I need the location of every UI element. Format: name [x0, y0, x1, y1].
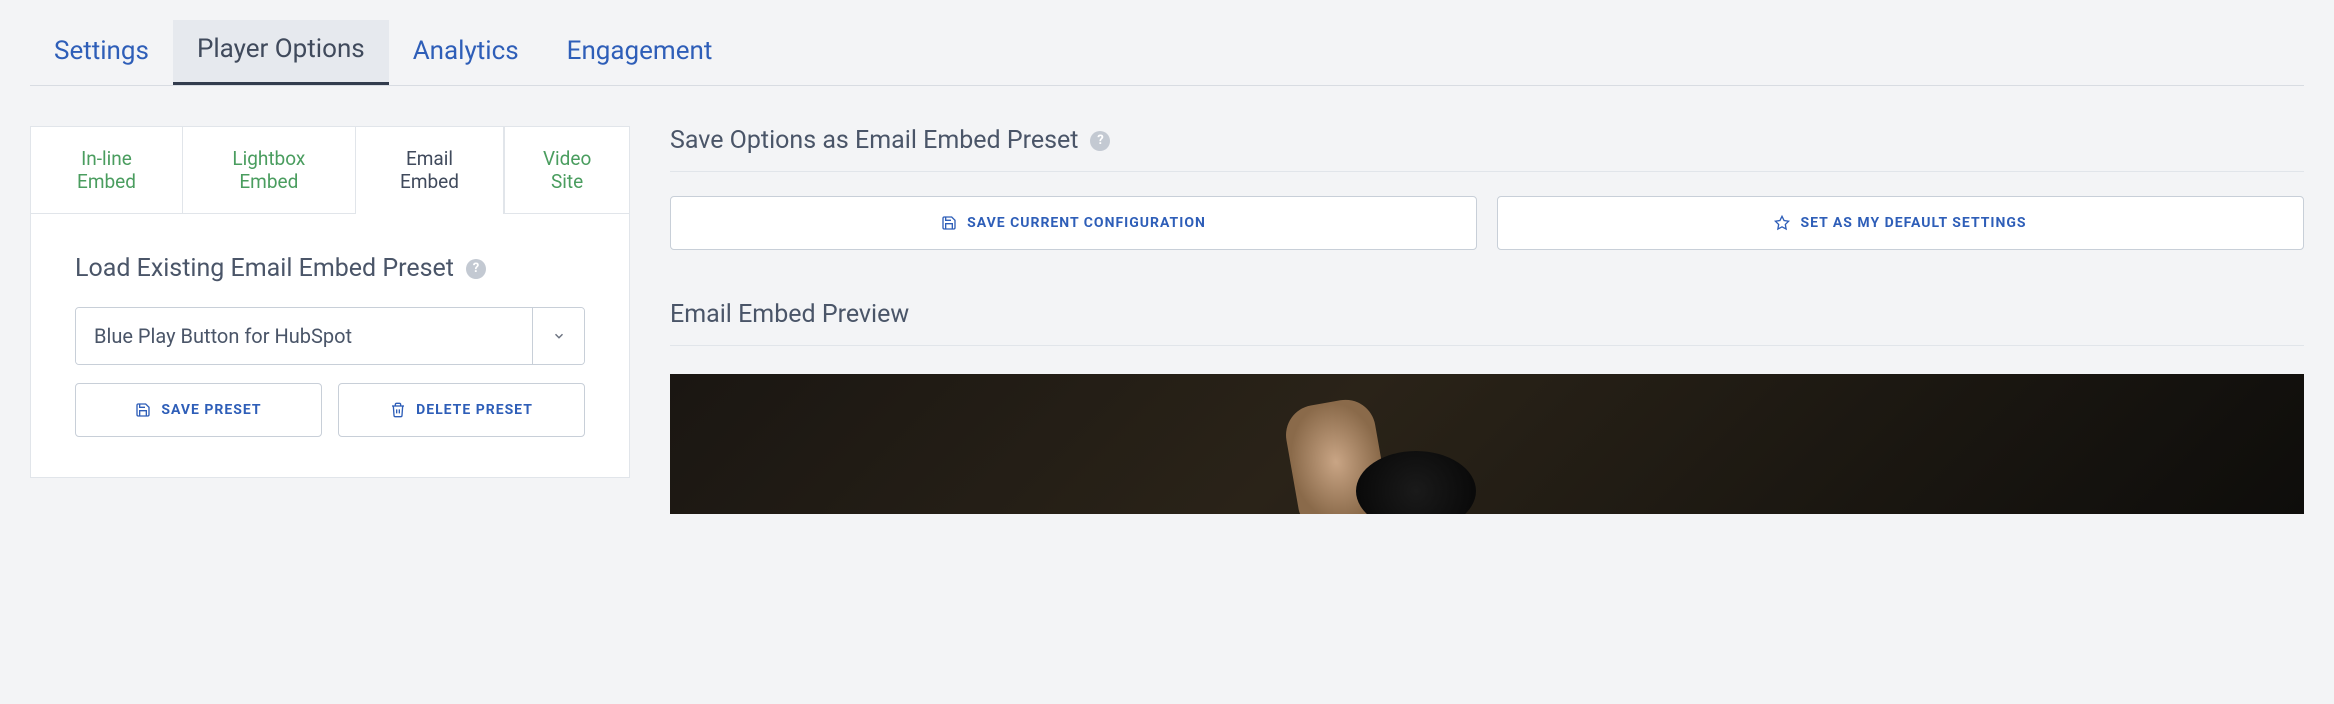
- save-current-configuration-button[interactable]: SAVE CURRENT CONFIGURATION: [670, 196, 1477, 250]
- help-icon[interactable]: ?: [466, 259, 486, 279]
- tab-engagement[interactable]: Engagement: [543, 20, 737, 85]
- help-icon[interactable]: ?: [1090, 131, 1110, 151]
- set-default-settings-button[interactable]: SET AS MY DEFAULT SETTINGS: [1497, 196, 2304, 250]
- tab-settings[interactable]: Settings: [30, 20, 173, 85]
- preset-select-value: Blue Play Button for HubSpot: [76, 308, 532, 364]
- tab-analytics[interactable]: Analytics: [389, 20, 543, 85]
- chevron-down-icon: [552, 329, 566, 343]
- sub-tab-video-site[interactable]: Video Site: [504, 126, 630, 213]
- sub-tab-lightbox-embed[interactable]: Lightbox Embed: [182, 126, 355, 213]
- save-preset-button[interactable]: SAVE PRESET: [75, 383, 322, 437]
- save-options-heading-text: Save Options as Email Embed Preset: [670, 126, 1078, 155]
- embed-sub-tabs: In-line Embed Lightbox Embed Email Embed…: [30, 126, 630, 214]
- save-current-configuration-label: SAVE CURRENT CONFIGURATION: [967, 215, 1206, 231]
- trash-icon: [390, 402, 406, 418]
- sub-tab-email-embed[interactable]: Email Embed: [355, 126, 505, 213]
- email-embed-preview-heading: Email Embed Preview: [670, 300, 2304, 346]
- load-preset-heading-text: Load Existing Email Embed Preset: [75, 254, 454, 283]
- tab-player-options[interactable]: Player Options: [173, 20, 389, 85]
- save-options-heading: Save Options as Email Embed Preset ?: [670, 126, 2304, 172]
- set-default-settings-label: SET AS MY DEFAULT SETTINGS: [1800, 215, 2026, 231]
- preset-select-caret[interactable]: [532, 308, 584, 364]
- load-preset-heading: Load Existing Email Embed Preset ?: [75, 254, 585, 283]
- save-icon: [135, 402, 151, 418]
- save-icon: [941, 215, 957, 231]
- save-preset-label: SAVE PRESET: [161, 402, 261, 418]
- email-embed-preview-image: [670, 374, 2304, 514]
- main-tabs: Settings Player Options Analytics Engage…: [30, 20, 2304, 86]
- delete-preset-button[interactable]: DELETE PRESET: [338, 383, 585, 437]
- sub-tab-inline-embed[interactable]: In-line Embed: [30, 126, 182, 213]
- star-icon: [1774, 215, 1790, 231]
- delete-preset-label: DELETE PRESET: [416, 402, 533, 418]
- preset-select[interactable]: Blue Play Button for HubSpot: [75, 307, 585, 365]
